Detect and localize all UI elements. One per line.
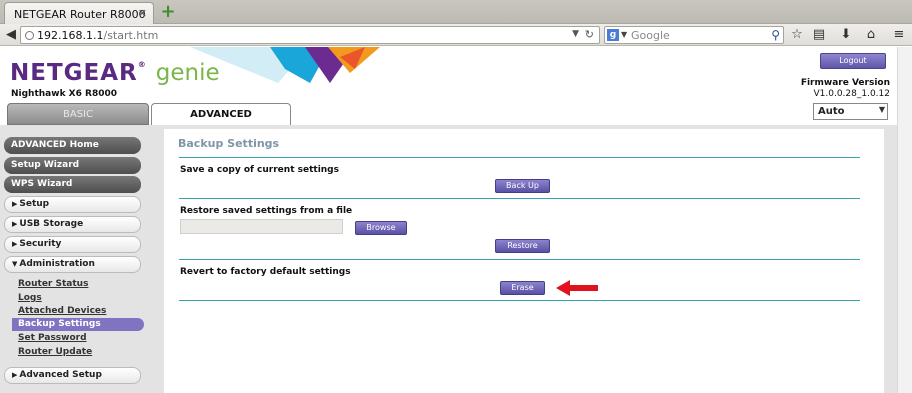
search-icon[interactable]: ⚲ (771, 28, 780, 42)
backup-button[interactable]: Back Up (495, 179, 550, 193)
reload-icon[interactable]: ↻ (585, 28, 594, 41)
restore-file-field[interactable] (180, 219, 343, 234)
sidebar-item-administration[interactable]: ▼ Administration (4, 256, 141, 273)
red-arrow-annotation-icon (556, 280, 598, 296)
downloads-icon[interactable]: ⬇ (837, 26, 855, 44)
sidebar-item-label: USB Storage (19, 219, 84, 229)
search-engine-dropdown-icon[interactable]: ▼ (621, 30, 627, 39)
sidebar-item-security[interactable]: ▶ Security (4, 236, 141, 253)
sidebar-item-label: Advanced Setup (19, 370, 102, 380)
url-host: 192.168.1.1 (37, 29, 104, 42)
sidebar-item-setup-wizard[interactable]: Setup Wizard (4, 157, 141, 174)
page-title: Backup Settings (178, 137, 280, 150)
divider (179, 259, 860, 260)
language-select[interactable]: Auto ▼ (813, 103, 888, 120)
bookmarks-list-icon[interactable]: ▤ (810, 26, 828, 44)
language-selected: Auto (818, 106, 845, 117)
firmware-version-value: V1.0.0.28_1.0.12 (813, 89, 891, 99)
tab-basic[interactable]: BASIC (7, 103, 149, 125)
menu-icon[interactable]: ≡ (890, 26, 908, 44)
sidebar-item-label: Security (19, 239, 62, 249)
collapse-triangle-icon: ▼ (12, 260, 18, 268)
url-bar[interactable]: 192.168.1.1/start.htm ▼ ↻ (20, 26, 600, 44)
sidebar-link-attached-devices[interactable]: Attached Devices (18, 306, 106, 316)
browser-tab-strip: NETGEAR Router R8000 ✕ + (0, 0, 912, 24)
divider (179, 157, 860, 158)
sidebar-item-label: Setup (19, 199, 50, 209)
browser-tab-title: NETGEAR Router R8000 (14, 8, 146, 21)
decorative-banner-shapes (190, 47, 380, 83)
restore-section-label: Restore saved settings from a file (180, 206, 353, 216)
url-history-dropdown-icon[interactable]: ▼ (572, 29, 579, 39)
new-tab-icon[interactable]: + (160, 3, 176, 21)
firmware-version-label: Firmware Version (800, 78, 890, 88)
logo-registered: ® (137, 60, 147, 69)
sidebar-link-backup-settings[interactable]: Backup Settings (12, 318, 144, 331)
sidebar-link-router-update[interactable]: Router Update (18, 347, 92, 357)
logo-netgear: NETGEAR (10, 60, 138, 86)
sidebar-item-advanced-setup[interactable]: ▶ Advanced Setup (4, 367, 141, 384)
browse-button[interactable]: Browse (355, 221, 407, 235)
page-scrollbar[interactable] (897, 47, 912, 393)
sidebar-item-advanced-home[interactable]: ADVANCED Home (4, 137, 141, 154)
logout-button[interactable]: Logout (820, 53, 886, 69)
sidebar-item-label: Administration (19, 259, 95, 269)
expand-triangle-icon: ▶ (12, 371, 18, 379)
url-path: /start.htm (103, 29, 159, 42)
tab-advanced[interactable]: ADVANCED (151, 103, 291, 126)
router-model: Nighthawk X6 R8000 (11, 89, 117, 99)
revert-section-label: Revert to factory default settings (180, 267, 351, 277)
sidebar-link-router-status[interactable]: Router Status (18, 279, 88, 289)
globe-icon (25, 31, 34, 40)
back-arrow-icon[interactable]: ◀ (2, 26, 20, 44)
expand-triangle-icon: ▶ (12, 200, 18, 208)
erase-button[interactable]: Erase (500, 281, 545, 295)
sidebar-link-logs[interactable]: Logs (18, 293, 42, 303)
logo-genie: genie (155, 60, 220, 86)
browser-tab[interactable]: NETGEAR Router R8000 ✕ (4, 2, 154, 24)
save-section-label: Save a copy of current settings (180, 165, 339, 175)
expand-triangle-icon: ▶ (12, 220, 18, 228)
netgear-genie-logo: NETGEAR® genie (10, 60, 220, 86)
divider (179, 300, 860, 301)
sidebar-item-wps-wizard[interactable]: WPS Wizard (4, 176, 141, 193)
bookmark-star-icon[interactable]: ☆ (788, 26, 806, 44)
sidebar-link-set-password[interactable]: Set Password (18, 333, 87, 343)
sidebar-item-setup[interactable]: ▶ Setup (4, 196, 141, 213)
close-tab-icon[interactable]: ✕ (138, 7, 147, 20)
search-bar[interactable]: g ▼ Google ⚲ (604, 26, 784, 44)
sidebar-item-usb-storage[interactable]: ▶ USB Storage (4, 216, 141, 233)
home-icon[interactable]: ⌂ (862, 26, 880, 44)
search-placeholder: Google (631, 29, 670, 42)
browser-navigation-bar: ◀ 192.168.1.1/start.htm ▼ ↻ g ▼ Google ⚲ (0, 24, 912, 46)
divider (179, 198, 860, 199)
search-engine-icon[interactable]: g (607, 29, 619, 41)
chevron-down-icon: ▼ (878, 105, 885, 114)
expand-triangle-icon: ▶ (12, 240, 18, 248)
restore-button[interactable]: Restore (495, 239, 550, 253)
